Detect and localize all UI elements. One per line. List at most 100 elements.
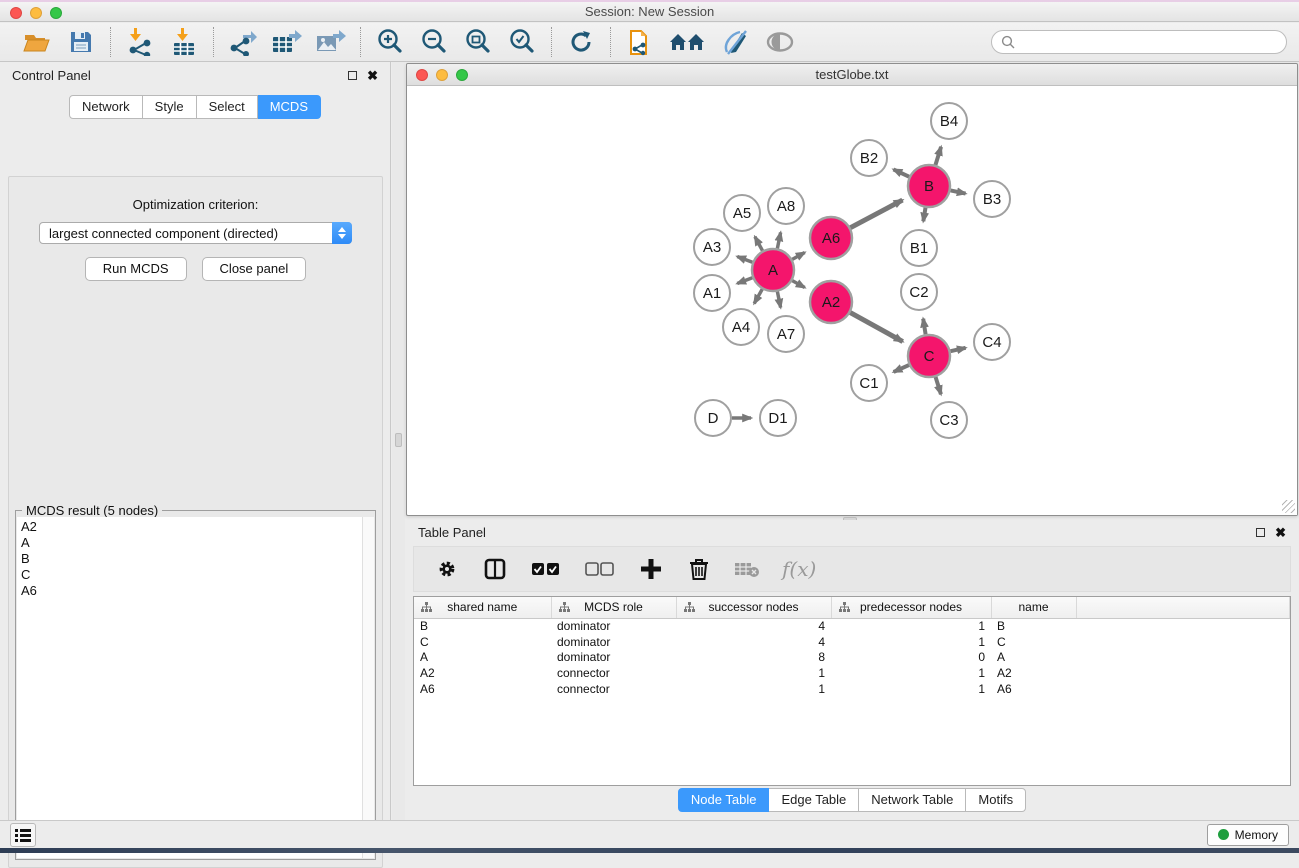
graph-edge-A-A3[interactable] bbox=[737, 257, 752, 263]
open-session-button[interactable] bbox=[22, 27, 52, 57]
graph-edge-A-A2[interactable] bbox=[792, 281, 804, 288]
network-window-controls[interactable] bbox=[416, 69, 468, 81]
column-header-predecessor-nodes[interactable]: predecessor nodes bbox=[831, 597, 991, 618]
minimize-network-button[interactable] bbox=[436, 69, 448, 81]
float-panel-icon[interactable] bbox=[348, 71, 357, 80]
result-item[interactable]: A bbox=[21, 535, 358, 551]
graph-edge-A-A1[interactable] bbox=[737, 278, 752, 284]
delete-table-button[interactable] bbox=[734, 556, 760, 582]
table-cell[interactable]: 0 bbox=[831, 649, 991, 665]
graph-edge-C-C3[interactable] bbox=[936, 377, 941, 394]
column-header-name[interactable]: name bbox=[991, 597, 1076, 618]
export-network-button[interactable] bbox=[228, 27, 258, 57]
tab-mcds[interactable]: MCDS bbox=[258, 95, 321, 119]
column-header-shared-name[interactable]: shared name bbox=[414, 597, 551, 618]
export-image-button[interactable] bbox=[316, 27, 346, 57]
float-table-panel-icon[interactable] bbox=[1256, 528, 1265, 537]
add-row-button[interactable] bbox=[638, 556, 664, 582]
graph-edge-B-B2[interactable] bbox=[893, 169, 909, 176]
tab-select[interactable]: Select bbox=[197, 95, 258, 119]
import-table-button[interactable] bbox=[169, 27, 199, 57]
search-field[interactable] bbox=[991, 30, 1287, 54]
tab-network[interactable]: Network bbox=[69, 95, 143, 119]
export-table-button[interactable] bbox=[272, 27, 302, 57]
table-cell[interactable]: A6 bbox=[991, 681, 1076, 697]
select-all-button[interactable] bbox=[530, 556, 562, 582]
table-row[interactable]: Bdominator41B bbox=[414, 618, 1290, 634]
run-mcds-button[interactable]: Run MCDS bbox=[85, 257, 187, 281]
zoom-network-button[interactable] bbox=[456, 69, 468, 81]
table-cell[interactable]: A bbox=[414, 649, 551, 665]
zoom-fit-button[interactable] bbox=[463, 27, 493, 57]
tab-network-table[interactable]: Network Table bbox=[859, 788, 966, 812]
task-history-button[interactable] bbox=[10, 823, 36, 847]
clone-network-button[interactable] bbox=[625, 27, 655, 57]
table-cell[interactable]: A2 bbox=[414, 665, 551, 681]
table-cell[interactable]: dominator bbox=[551, 649, 676, 665]
graph-edge-A-A4[interactable] bbox=[754, 289, 762, 303]
delete-row-button[interactable] bbox=[686, 556, 712, 582]
table-cell[interactable]: dominator bbox=[551, 634, 676, 650]
graph-edge-B-B1[interactable] bbox=[923, 208, 925, 222]
close-window-button[interactable] bbox=[10, 7, 22, 19]
table-cell[interactable]: A bbox=[991, 649, 1076, 665]
result-scrollbar[interactable] bbox=[362, 517, 374, 858]
show-hide-graphics-button[interactable] bbox=[765, 27, 795, 57]
table-row[interactable]: Cdominator41C bbox=[414, 634, 1290, 650]
zoom-window-button[interactable] bbox=[50, 7, 62, 19]
window-resize-grip[interactable] bbox=[1282, 500, 1295, 513]
table-cell[interactable]: 1 bbox=[831, 634, 991, 650]
graph-edge-B-B4[interactable] bbox=[935, 147, 941, 165]
table-cell[interactable]: connector bbox=[551, 665, 676, 681]
table-cell[interactable]: connector bbox=[551, 681, 676, 697]
graph-edge-A-A7[interactable] bbox=[777, 292, 780, 308]
graph-edge-C-C2[interactable] bbox=[923, 319, 925, 335]
close-table-panel-icon[interactable]: ✖ bbox=[1275, 528, 1286, 537]
result-item[interactable]: C bbox=[21, 567, 358, 583]
import-network-button[interactable] bbox=[125, 27, 155, 57]
graph-edge-B-B3[interactable] bbox=[951, 190, 966, 193]
table-cell[interactable]: 1 bbox=[831, 618, 991, 634]
result-item[interactable]: B bbox=[21, 551, 358, 567]
table-cell[interactable]: B bbox=[414, 618, 551, 634]
graph-edge-A2-C[interactable] bbox=[850, 313, 902, 342]
table-row[interactable]: Adominator80A bbox=[414, 649, 1290, 665]
save-session-button[interactable] bbox=[66, 27, 96, 57]
tab-node-table[interactable]: Node Table bbox=[678, 788, 770, 812]
graph-edge-C-C4[interactable] bbox=[950, 348, 965, 351]
table-row[interactable]: A2connector11A2 bbox=[414, 665, 1290, 681]
table-cell[interactable]: B bbox=[991, 618, 1076, 634]
close-network-button[interactable] bbox=[416, 69, 428, 81]
graph-edge-A6-B[interactable] bbox=[850, 200, 902, 228]
close-panel-button[interactable]: Close panel bbox=[202, 257, 307, 281]
minimize-window-button[interactable] bbox=[30, 7, 42, 19]
function-builder-button[interactable]: f(x) bbox=[782, 557, 816, 581]
close-panel-icon[interactable]: ✖ bbox=[367, 71, 378, 80]
zoom-in-button[interactable] bbox=[375, 27, 405, 57]
home-button[interactable] bbox=[669, 27, 707, 57]
node-table[interactable]: shared nameMCDS rolesuccessor nodesprede… bbox=[413, 596, 1291, 786]
graph-edge-A-A8[interactable] bbox=[777, 232, 780, 248]
search-input[interactable] bbox=[1015, 35, 1277, 49]
criterion-dropdown[interactable]: largest connected component (directed) bbox=[39, 222, 352, 244]
table-cell[interactable]: 8 bbox=[676, 649, 831, 665]
panel-splitter[interactable] bbox=[392, 62, 405, 820]
deselect-all-button[interactable] bbox=[584, 556, 616, 582]
result-item[interactable]: A6 bbox=[21, 583, 358, 599]
zoom-selected-button[interactable] bbox=[507, 27, 537, 57]
show-columns-button[interactable] bbox=[482, 556, 508, 582]
hide-annotations-button[interactable] bbox=[721, 27, 751, 57]
table-cell[interactable]: 1 bbox=[676, 681, 831, 697]
table-cell[interactable]: A6 bbox=[414, 681, 551, 697]
table-cell[interactable]: 1 bbox=[831, 681, 991, 697]
column-header-MCDS-role[interactable]: MCDS role bbox=[551, 597, 676, 618]
table-row[interactable]: A6connector11A6 bbox=[414, 681, 1290, 697]
tab-style[interactable]: Style bbox=[143, 95, 197, 119]
tab-motifs[interactable]: Motifs bbox=[966, 788, 1026, 812]
table-cell[interactable]: 1 bbox=[831, 665, 991, 681]
table-cell[interactable]: C bbox=[414, 634, 551, 650]
zoom-out-button[interactable] bbox=[419, 27, 449, 57]
table-cell[interactable]: 1 bbox=[676, 665, 831, 681]
refresh-button[interactable] bbox=[566, 27, 596, 57]
graph-edge-A-A5[interactable] bbox=[755, 237, 763, 251]
